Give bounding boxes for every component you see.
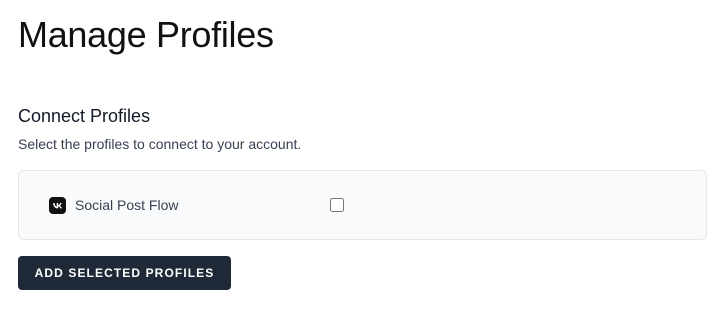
profile-select-checkbox[interactable] [330, 198, 344, 212]
profile-name: Social Post Flow [75, 197, 179, 213]
profile-list: Social Post Flow [18, 170, 707, 240]
connect-profiles-description: Select the profiles to connect to your a… [18, 136, 302, 152]
manage-profiles-page: Manage Profiles Connect Profiles Select … [0, 0, 727, 313]
connect-profiles-heading: Connect Profiles [18, 106, 151, 126]
profile-row: Social Post Flow [19, 171, 706, 239]
vk-icon [49, 197, 66, 214]
page-title: Manage Profiles [18, 14, 274, 55]
add-selected-profiles-button[interactable]: ADD SELECTED PROFILES [18, 256, 231, 290]
